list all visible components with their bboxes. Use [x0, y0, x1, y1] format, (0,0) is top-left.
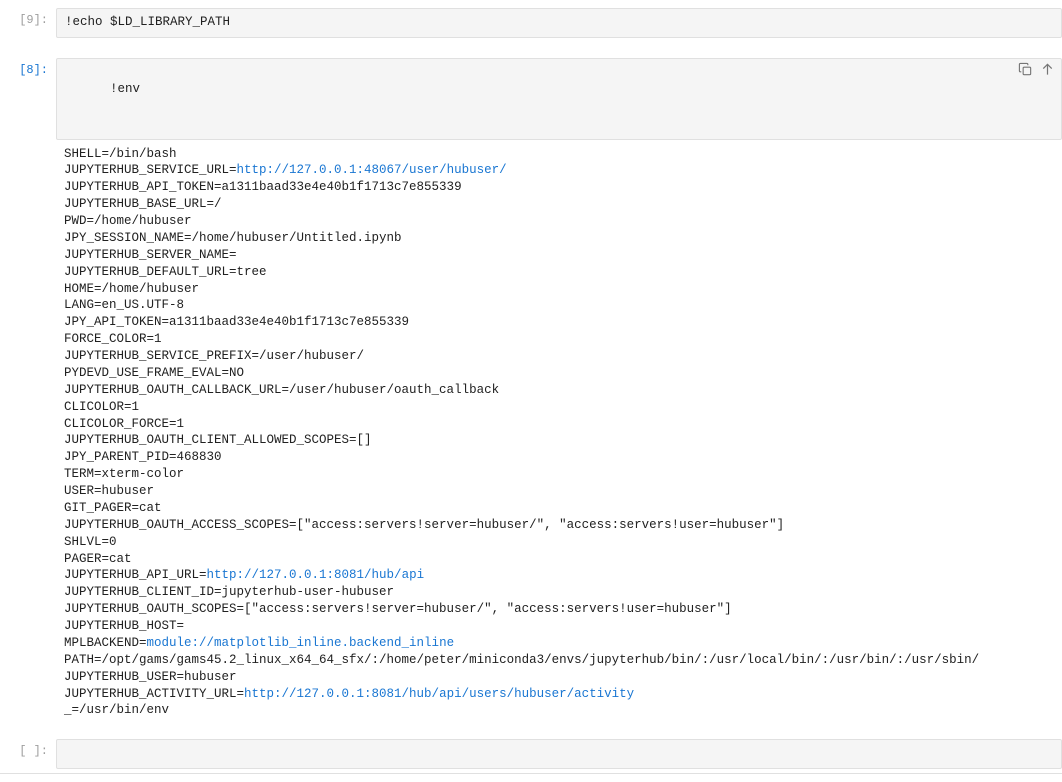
- code-input[interactable]: !echo $LD_LIBRARY_PATH: [56, 8, 1062, 38]
- output-line: GIT_PAGER=cat: [64, 500, 1054, 517]
- output-line: JUPYTERHUB_ACTIVITY_URL=http://127.0.0.1…: [64, 686, 1054, 703]
- output-line: SHLVL=0: [64, 534, 1054, 551]
- output-line: JUPYTERHUB_HOST=: [64, 618, 1054, 635]
- output-line: JUPYTERHUB_API_TOKEN=a1311baad33e4e40b1f…: [64, 179, 1054, 196]
- execution-prompt: [9]:: [0, 8, 56, 38]
- output-line: JUPYTERHUB_OAUTH_CALLBACK_URL=/user/hubu…: [64, 382, 1054, 399]
- output-line: LANG=en_US.UTF-8: [64, 297, 1054, 314]
- output-line: MPLBACKEND=module://matplotlib_inline.ba…: [64, 635, 1054, 652]
- output-line: JUPYTERHUB_OAUTH_CLIENT_ALLOWED_SCOPES=[…: [64, 432, 1054, 449]
- code-cell[interactable]: [8]: !env SHELL=/bin/bashJUPYTE: [0, 58, 1062, 720]
- output-line: JPY_API_TOKEN=a1311baad33e4e40b1f1713c7e…: [64, 314, 1054, 331]
- code-input[interactable]: !env: [56, 58, 1062, 140]
- output-line: CLICOLOR=1: [64, 399, 1054, 416]
- output-line: PAGER=cat: [64, 551, 1054, 568]
- output-line: TERM=xterm-color: [64, 466, 1054, 483]
- output-link[interactable]: module://matplotlib_inline.backend_inlin…: [147, 636, 455, 650]
- output-line: FORCE_COLOR=1: [64, 331, 1054, 348]
- output-line: JUPYTERHUB_API_URL=http://127.0.0.1:8081…: [64, 567, 1054, 584]
- output-line: CLICOLOR_FORCE=1: [64, 416, 1054, 433]
- output-line: JUPYTERHUB_BASE_URL=/: [64, 196, 1054, 213]
- cell-toolbar: [1017, 62, 1055, 78]
- output-link[interactable]: http://127.0.0.1:48067/user/hubuser/: [237, 163, 507, 177]
- output-line: SHELL=/bin/bash: [64, 146, 1054, 163]
- code-input[interactable]: [56, 739, 1062, 769]
- output-line: JPY_PARENT_PID=468830: [64, 449, 1054, 466]
- output-line: JUPYTERHUB_SERVICE_URL=http://127.0.0.1:…: [64, 162, 1054, 179]
- output-link[interactable]: http://127.0.0.1:8081/hub/api: [207, 568, 425, 582]
- cell-body: !env SHELL=/bin/bashJUPYTERHUB_SERVICE_U…: [56, 58, 1062, 720]
- cell-output: SHELL=/bin/bashJUPYTERHUB_SERVICE_URL=ht…: [56, 140, 1062, 720]
- output-line: JUPYTERHUB_USER=hubuser: [64, 669, 1054, 686]
- output-line: JUPYTERHUB_SERVICE_PREFIX=/user/hubuser/: [64, 348, 1054, 365]
- output-line: USER=hubuser: [64, 483, 1054, 500]
- output-line: JUPYTERHUB_OAUTH_ACCESS_SCOPES=["access:…: [64, 517, 1054, 534]
- execution-prompt: [8]:: [0, 58, 56, 720]
- cell-body: !echo $LD_LIBRARY_PATH: [56, 8, 1062, 38]
- output-line: JPY_SESSION_NAME=/home/hubuser/Untitled.…: [64, 230, 1054, 247]
- output-line: HOME=/home/hubuser: [64, 281, 1054, 298]
- output-line: PYDEVD_USE_FRAME_EVAL=NO: [64, 365, 1054, 382]
- output-line: PATH=/opt/gams/gams45.2_linux_x64_64_sfx…: [64, 652, 1054, 669]
- execution-prompt: [ ]:: [0, 739, 56, 769]
- output-line: JUPYTERHUB_CLIENT_ID=jupyterhub-user-hub…: [64, 584, 1054, 601]
- output-line: JUPYTERHUB_DEFAULT_URL=tree: [64, 264, 1054, 281]
- output-link[interactable]: http://127.0.0.1:8081/hub/api/users/hubu…: [244, 687, 634, 701]
- code-cell[interactable]: [ ]:: [0, 739, 1062, 769]
- cell-body: [56, 739, 1062, 769]
- output-line: JUPYTERHUB_SERVER_NAME=: [64, 247, 1054, 264]
- code-cell[interactable]: [9]: !echo $LD_LIBRARY_PATH: [0, 8, 1062, 38]
- output-line: JUPYTERHUB_OAUTH_SCOPES=["access:servers…: [64, 601, 1054, 618]
- move-up-icon[interactable]: [1039, 62, 1055, 78]
- output-line: _=/usr/bin/env: [64, 702, 1054, 719]
- output-line: PWD=/home/hubuser: [64, 213, 1054, 230]
- separator: [0, 773, 1062, 774]
- copy-icon[interactable]: [1017, 62, 1033, 78]
